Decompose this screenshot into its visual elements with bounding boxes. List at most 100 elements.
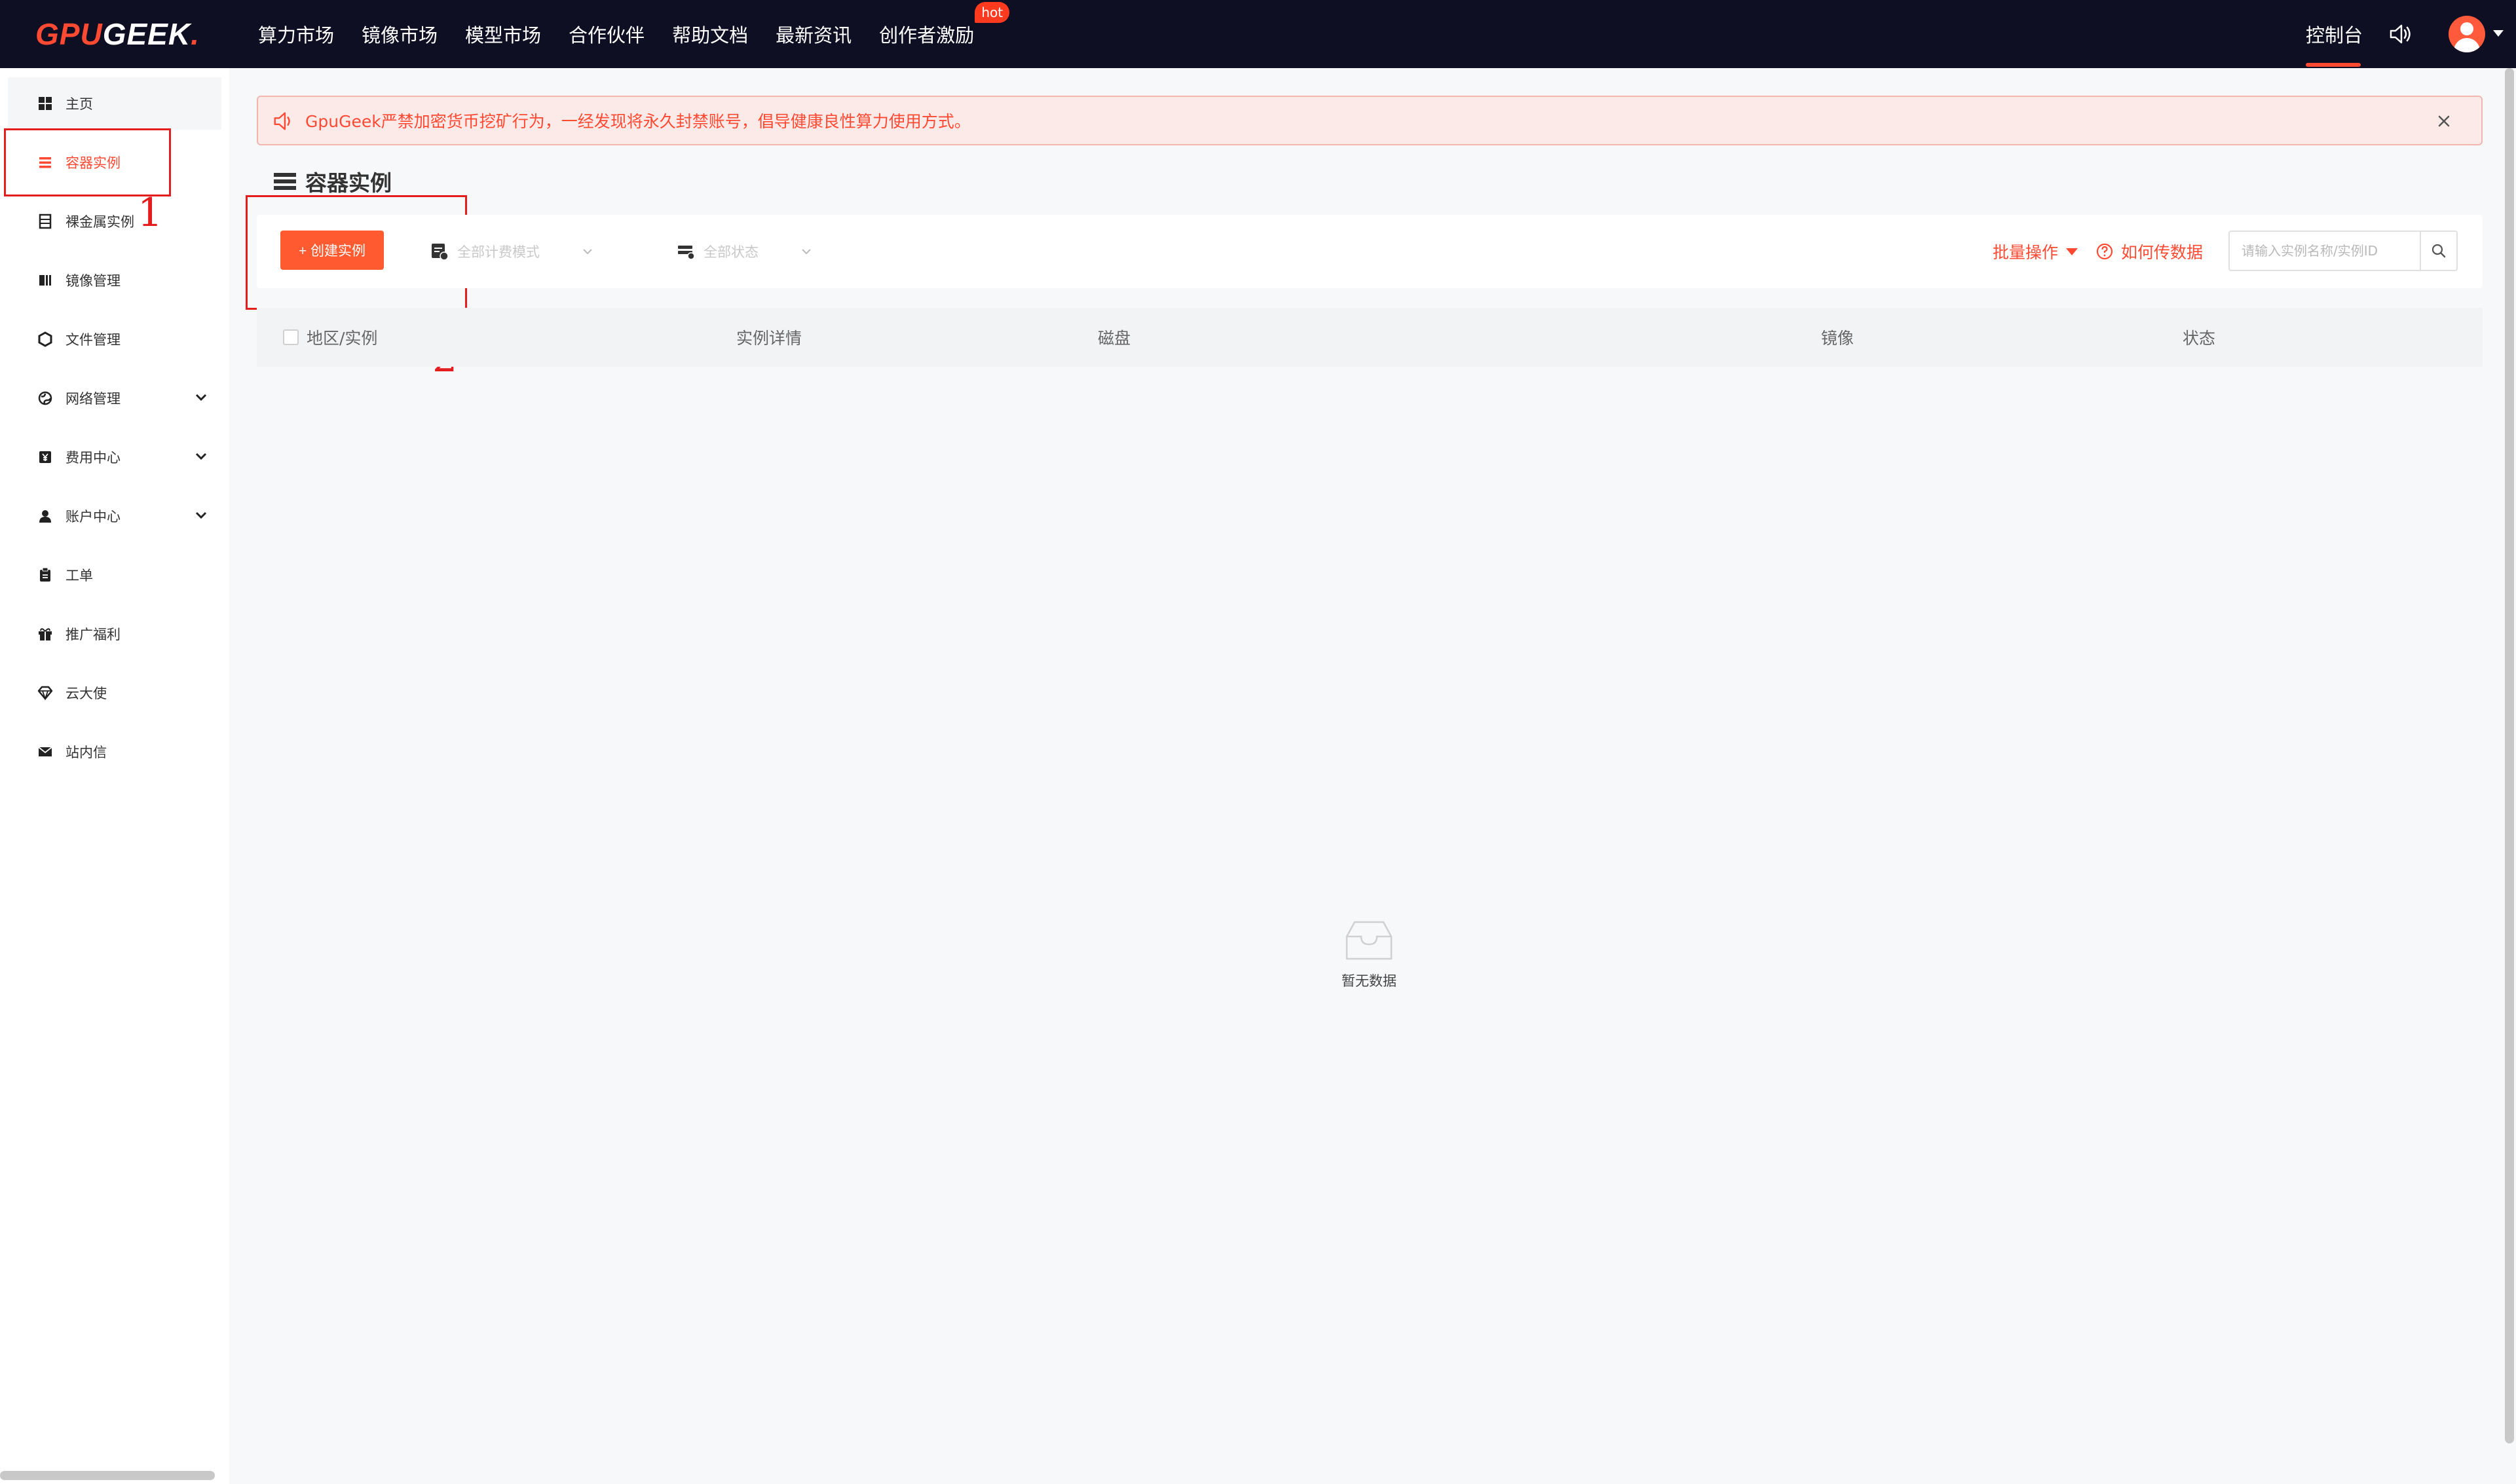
chevron-down-icon [802, 249, 811, 255]
empty-state-text: 暂无数据 [1342, 973, 1397, 989]
gift-icon [39, 628, 52, 640]
sidebar-item-promotion[interactable]: 推广福利 [8, 608, 221, 660]
billing-mode-value: 全部计费模式 [457, 244, 540, 260]
nav-item-model-market[interactable]: 模型市场 [465, 20, 541, 48]
chevron-down-icon[interactable] [193, 507, 210, 524]
page-vertical-scrollbar[interactable] [2505, 68, 2514, 1443]
create-instance-button[interactable]: + 创建实例 [280, 231, 384, 270]
chevron-down-icon [583, 249, 592, 255]
sidebar-item-messages[interactable]: 站内信 [8, 726, 221, 778]
sidebar-item-label: 工单 [66, 568, 93, 584]
annotation-box-1 [4, 128, 171, 196]
nav-item-image-market[interactable]: 镜像市场 [362, 20, 438, 48]
annotation-number-1: 1 [138, 190, 163, 236]
how-to-transfer-data-label: 如何传数据 [2121, 243, 2204, 262]
column-instance-details: 实例详情 [736, 329, 802, 348]
sidebar-item-label: 费用中心 [66, 450, 121, 466]
empty-state: 暂无数据 [1330, 917, 1408, 990]
search-button[interactable] [2420, 232, 2456, 270]
column-region-instance: 地区/实例 [283, 308, 377, 367]
notice-text: GpuGeek严禁加密货币挖矿行为，一经发现将永久封禁账号，倡导健康良性算力使用… [305, 112, 971, 131]
console-active-underline [2306, 63, 2361, 67]
sidebar-item-tickets[interactable]: 工单 [8, 549, 221, 601]
search-icon [2432, 244, 2446, 258]
sidebar-item-label: 镜像管理 [66, 273, 121, 289]
billing-mode-filter[interactable]: 全部计费模式 [430, 233, 595, 270]
brand-logo[interactable]: GPU GEEK. [35, 13, 200, 55]
logo-dot: . [191, 17, 200, 51]
status-filter-value: 全部状态 [704, 244, 759, 260]
notice-banner: GpuGeek严禁加密货币挖矿行为，一经发现将永久封禁账号，倡导健康良性算力使用… [257, 96, 2483, 145]
sidebar-item-label: 站内信 [66, 745, 107, 760]
sidebar-item-image-management[interactable]: 镜像管理 [8, 254, 221, 306]
filter-status-icon [678, 246, 695, 260]
sidebar-item-label: 云大使 [66, 686, 107, 701]
logo-geek-text: GEEK [102, 17, 191, 51]
how-to-transfer-data-link[interactable]: 如何传数据 [2095, 233, 2203, 270]
list-icon [274, 173, 296, 190]
sidebar-item-home[interactable]: 主页 [8, 77, 221, 130]
billing-icon [432, 244, 449, 261]
nav-item-creator-incentive[interactable]: 创作者激励 hot [879, 2, 1010, 48]
sidebar-item-label: 账户中心 [66, 509, 121, 525]
sidebar-item-billing-center[interactable]: 费用中心 [8, 431, 221, 483]
image-icon [39, 275, 51, 286]
chevron-down-icon[interactable] [193, 389, 210, 406]
hexagon-icon [38, 331, 52, 347]
search-input[interactable] [2230, 232, 2420, 270]
main-nav: 算力市场 镜像市场 模型市场 合作伙伴 帮助文档 最新资讯 创作者激励 hot [258, 0, 1010, 68]
yen-icon [39, 451, 51, 463]
sidebar-item-network-management[interactable]: 网络管理 [8, 372, 221, 424]
sidebar: 主页 容器实例 裸金属实例 镜像管理 文件管理 网络管理 费用中心 账户中心 工… [0, 68, 229, 1484]
globe-icon [38, 391, 52, 405]
column-header-label: 地区/实例 [307, 329, 378, 348]
sidebar-item-label: 裸金属实例 [66, 214, 134, 230]
grid-icon [39, 97, 52, 110]
avatar-body [2454, 38, 2480, 52]
page-title: 容器实例 [274, 166, 392, 196]
sidebar-item-bare-metal[interactable]: 裸金属实例 [8, 195, 221, 248]
clipboard-icon [40, 567, 50, 582]
sidebar-item-file-management[interactable]: 文件管理 [8, 313, 221, 365]
hot-badge: hot [975, 2, 1010, 23]
logo-gpu-text: GPU [35, 17, 103, 51]
page-title-text: 容器实例 [305, 170, 392, 196]
batch-operations-dropdown[interactable]: 批量操作 [1993, 233, 2078, 270]
empty-inbox-icon [1345, 921, 1393, 960]
user-avatar[interactable] [2449, 16, 2485, 52]
close-icon[interactable] [2433, 110, 2455, 132]
caret-down-icon[interactable] [2493, 30, 2504, 37]
instance-table-header: 地区/实例 实例详情 磁盘 镜像 状态 [257, 308, 2483, 367]
column-image: 镜像 [1821, 329, 1854, 348]
server-icon [39, 213, 52, 229]
instance-search [2228, 231, 2458, 271]
column-status: 状态 [2183, 329, 2216, 348]
status-filter[interactable]: 全部状态 [676, 233, 814, 270]
console-link[interactable]: 控制台 [2306, 0, 2363, 68]
caret-down-icon [2066, 248, 2078, 255]
diamond-icon [37, 686, 53, 701]
sidebar-item-label: 主页 [66, 96, 93, 112]
sidebar-item-label: 网络管理 [66, 391, 121, 407]
nav-item-compute-market[interactable]: 算力市场 [258, 20, 334, 48]
nav-item-partners[interactable]: 合作伙伴 [569, 20, 645, 48]
sidebar-item-label: 推广福利 [66, 627, 121, 642]
instance-toolbar: + 创建实例 全部计费模式 全部状态 批量操作 如何传数据 [257, 215, 2483, 288]
sidebar-item-label: 文件管理 [66, 332, 121, 348]
top-navbar: GPU GEEK. 算力市场 镜像市场 模型市场 合作伙伴 帮助文档 最新资讯 创… [0, 0, 2516, 68]
chevron-down-icon[interactable] [193, 448, 210, 465]
batch-operations-label: 批量操作 [1993, 243, 2059, 262]
sidebar-horizontal-scrollbar[interactable] [0, 1471, 215, 1480]
select-all-checkbox[interactable] [283, 329, 299, 345]
nav-item-news[interactable]: 最新资讯 [776, 20, 852, 48]
user-icon [39, 510, 51, 523]
avatar-head [2460, 22, 2473, 35]
question-circle-icon [2096, 243, 2113, 260]
nav-item-creator-label: 创作者激励 [879, 24, 975, 46]
nav-item-help-docs[interactable]: 帮助文档 [672, 20, 748, 48]
speaker-icon[interactable] [2387, 21, 2413, 47]
sidebar-item-account-center[interactable]: 账户中心 [8, 490, 221, 542]
column-disk: 磁盘 [1098, 329, 1131, 348]
sidebar-item-cloud-ambassador[interactable]: 云大使 [8, 667, 221, 719]
speaker-icon [274, 112, 290, 130]
